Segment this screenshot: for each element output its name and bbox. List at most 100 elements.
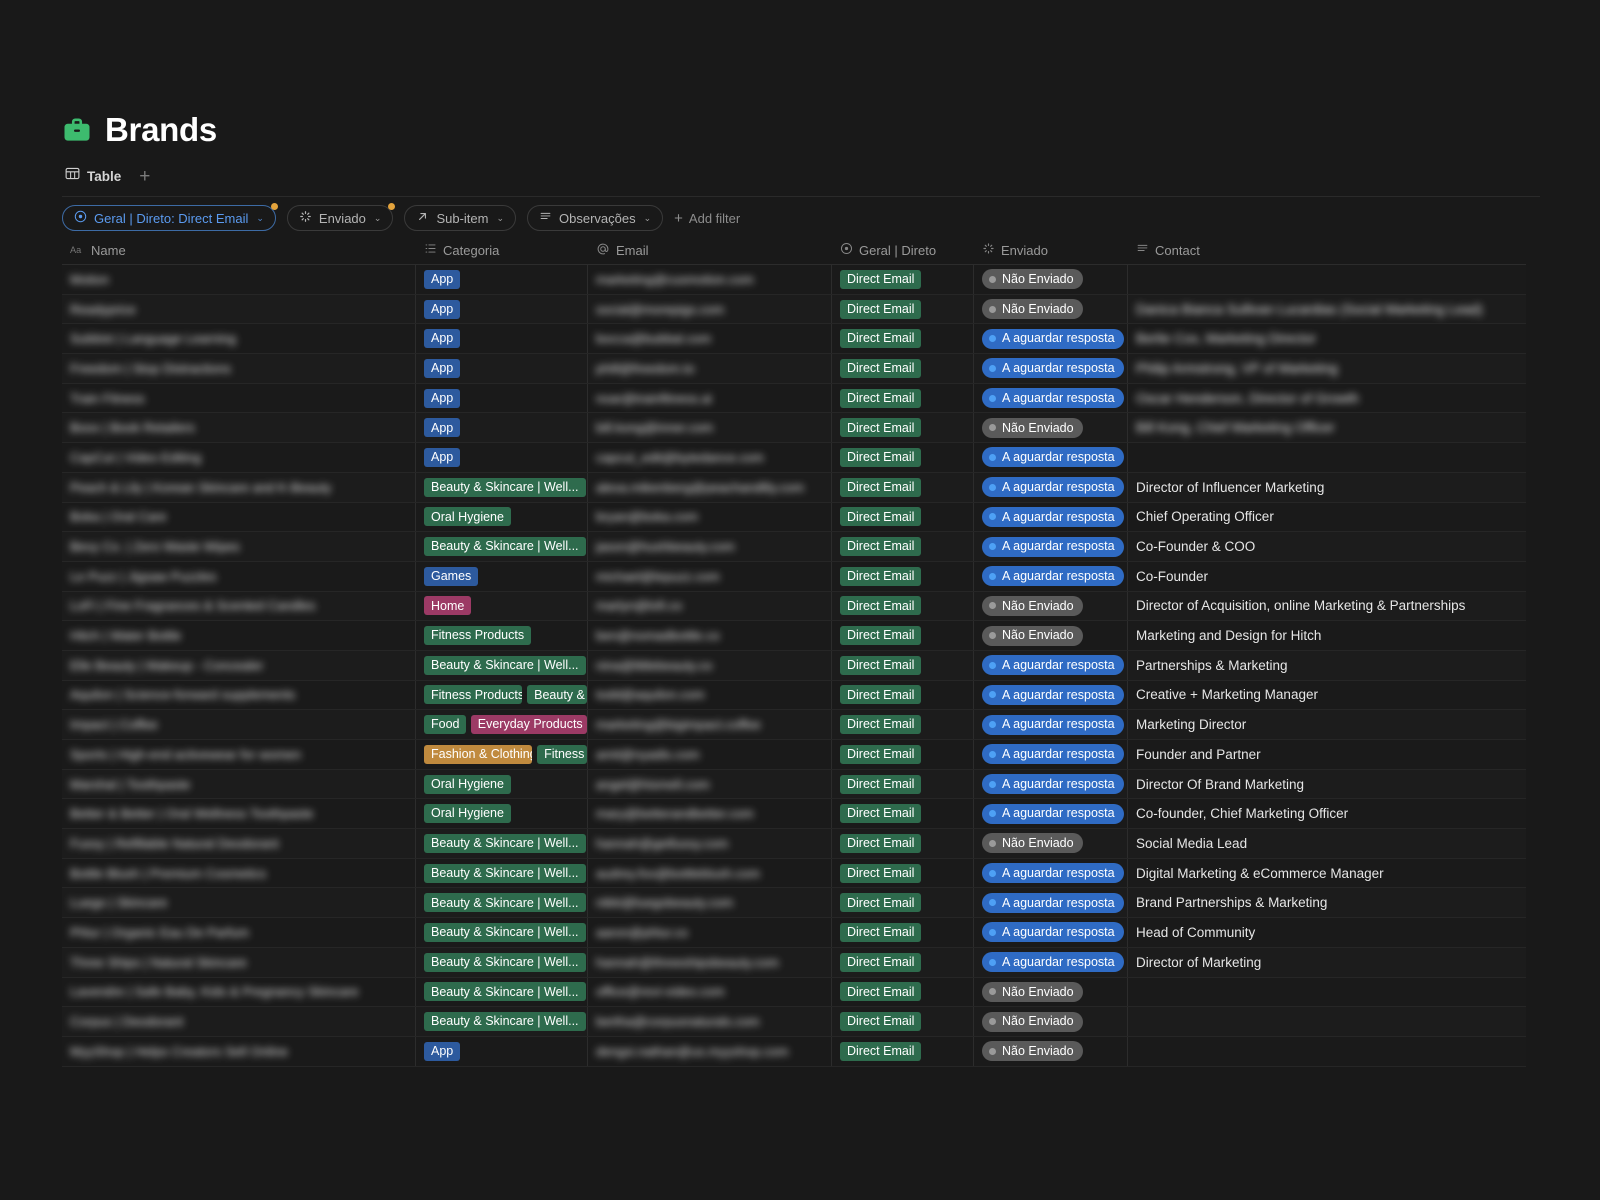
cell-name[interactable]: Bottle Blush | Premium Cosmetics bbox=[62, 858, 416, 888]
cell-categoria[interactable]: App bbox=[416, 265, 588, 294]
cell-geral-direto[interactable]: Direct Email bbox=[832, 680, 974, 710]
cell-geral-direto[interactable]: Direct Email bbox=[832, 1036, 974, 1066]
table-row[interactable]: Boox | Book Retailers App bill.kong@inner.… bbox=[62, 413, 1526, 444]
cell-contact[interactable]: Chief Operating Officer bbox=[1128, 503, 1526, 532]
cell-categoria[interactable]: Oral Hygiene bbox=[416, 769, 588, 799]
cell-name[interactable]: Marshal | Toothpaste bbox=[62, 769, 416, 799]
cell-name[interactable]: Fussy | Refillable Natural Deodorant bbox=[62, 829, 416, 858]
cell-email[interactable]: hannah@threeshipsbeauty.com bbox=[588, 947, 832, 977]
cell-categoria[interactable]: Beauty & Skincare | Well... bbox=[416, 888, 588, 918]
cell-name[interactable]: Sports | High-end activewear for women bbox=[62, 740, 416, 769]
cell-categoria[interactable]: Food Everyday Products bbox=[416, 710, 588, 739]
cell-categoria[interactable]: Fitness Products bbox=[416, 621, 588, 650]
table-row[interactable]: Train Fitness App noar@trainfitness.ai Dire… bbox=[62, 383, 1526, 414]
cell-contact[interactable]: Director of Influencer Marketing bbox=[1128, 473, 1526, 502]
cell-geral-direto[interactable]: Direct Email bbox=[832, 532, 974, 561]
filter-chip-sub-item[interactable]: Sub-item ⌄ bbox=[404, 205, 517, 231]
cell-email[interactable]: marketing@cusmotion.com bbox=[588, 265, 832, 294]
table-row[interactable]: Phlur | Organic Eau De Parfum Beauty & Sk… bbox=[62, 918, 1526, 948]
cell-name[interactable]: Hitch | Water Bottle bbox=[62, 621, 416, 650]
cell-email[interactable]: michael@lepuzz.com bbox=[588, 561, 832, 591]
cell-enviado[interactable]: Não Enviado bbox=[974, 829, 1128, 858]
cell-email[interactable]: alexa.mikenberg@peachandlily.com bbox=[588, 472, 832, 502]
table-row[interactable]: Luego | Skincare Beauty & Skincare | Well… bbox=[62, 888, 1526, 919]
cell-geral-direto[interactable]: Direct Email bbox=[832, 324, 974, 354]
cell-contact[interactable]: Danica Bianca Sullivan Lucardias (Social… bbox=[1128, 295, 1526, 324]
cell-enviado[interactable]: Não Enviado bbox=[974, 265, 1128, 294]
table-row[interactable]: Elle Beauty | Makeup - Concealer Beauty &… bbox=[62, 650, 1526, 681]
cell-email[interactable]: audrey.fox@bottleblush.com bbox=[588, 858, 832, 888]
filter-chip-geral-direto[interactable]: Geral | Direto: Direct Email ⌄ bbox=[62, 203, 278, 231]
cell-name[interactable]: Motion bbox=[62, 265, 416, 294]
cell-contact[interactable]: Partnerships & Marketing bbox=[1128, 651, 1526, 680]
cell-geral-direto[interactable]: Direct Email bbox=[832, 383, 974, 413]
cell-contact[interactable]: Berlie Cox, Marketing Director bbox=[1128, 324, 1526, 353]
cell-enviado[interactable]: A aguardar resposta bbox=[974, 888, 1128, 918]
table-row[interactable]: Corpus | Deodorant Beauty & Skincare | We… bbox=[62, 1007, 1526, 1037]
cell-contact[interactable]: Digital Marketing & eCommerce Manager bbox=[1128, 859, 1526, 888]
table-row[interactable]: Lavendre | Safe Baby, Kids & Pregnancy S… bbox=[62, 977, 1526, 1008]
filter-chip-observacoes[interactable]: Observações ⌄ bbox=[527, 205, 664, 231]
cell-name[interactable]: Lavendre | Safe Baby, Kids & Pregnancy S… bbox=[62, 977, 416, 1007]
cell-categoria[interactable]: App bbox=[416, 413, 588, 443]
cell-contact[interactable]: Head of Community bbox=[1128, 918, 1526, 947]
cell-geral-direto[interactable]: Direct Email bbox=[832, 650, 974, 680]
cell-categoria[interactable]: Oral Hygiene bbox=[416, 502, 588, 532]
cell-name[interactable]: CapCut | Video Editing bbox=[62, 443, 416, 472]
cell-name[interactable]: Bevy Co. | Zero Waste Wipes bbox=[62, 532, 416, 561]
tab-table[interactable]: Table bbox=[65, 166, 121, 186]
cell-categoria[interactable]: App bbox=[416, 324, 588, 354]
cell-name[interactable]: Aquilon | Science-forward supplements bbox=[62, 680, 416, 710]
table-row[interactable]: Aquilon | Science-forward supplements Fit… bbox=[62, 680, 1526, 711]
cell-categoria[interactable]: Beauty & Skincare | Well... bbox=[416, 829, 588, 858]
table-row[interactable]: Impact | Coffee Food Everyday Products mark… bbox=[62, 710, 1526, 740]
cell-geral-direto[interactable]: Direct Email bbox=[832, 799, 974, 829]
cell-geral-direto[interactable]: Direct Email bbox=[832, 502, 974, 532]
cell-name[interactable]: Luego | Skincare bbox=[62, 888, 416, 918]
cell-email[interactable]: phill@freedom.to bbox=[588, 354, 832, 383]
cell-email[interactable]: marlyn@lofi.co bbox=[588, 591, 832, 621]
cell-contact[interactable]: Co-Founder & COO bbox=[1128, 532, 1526, 561]
cell-geral-direto[interactable]: Direct Email bbox=[832, 472, 974, 502]
cell-contact[interactable]: Co-Founder bbox=[1128, 562, 1526, 591]
cell-email[interactable]: nikki@luegobeauty.com bbox=[588, 888, 832, 918]
cell-geral-direto[interactable]: Direct Email bbox=[832, 888, 974, 918]
cell-geral-direto[interactable]: Direct Email bbox=[832, 1007, 974, 1036]
cell-geral-direto[interactable]: Direct Email bbox=[832, 265, 974, 294]
cell-enviado[interactable]: Não Enviado bbox=[974, 294, 1128, 324]
cell-email[interactable]: mary@betterandbetter.com bbox=[588, 799, 832, 829]
cell-enviado[interactable]: A aguardar resposta bbox=[974, 710, 1128, 739]
cell-contact[interactable]: Director of Acquisition, online Marketin… bbox=[1128, 592, 1526, 621]
cell-geral-direto[interactable]: Direct Email bbox=[832, 621, 974, 650]
cell-email[interactable]: social@morepigs.com bbox=[588, 294, 832, 324]
cell-geral-direto[interactable]: Direct Email bbox=[832, 354, 974, 383]
table-row[interactable]: Marshal | Toothpaste Oral Hygiene angel@hi… bbox=[62, 769, 1526, 800]
table-row[interactable]: Hitch | Water Bottle Fitness Products ben@… bbox=[62, 621, 1526, 651]
table-row[interactable]: Better & Better | Oral Wellness Toothpas… bbox=[62, 799, 1526, 830]
cell-email[interactable]: amit@nyadis.com bbox=[588, 740, 832, 769]
cell-contact[interactable] bbox=[1128, 443, 1526, 472]
cell-contact[interactable]: Director of Marketing bbox=[1128, 948, 1526, 977]
cell-name[interactable]: LoFi | Fine Fragrances & Scented Candles bbox=[62, 591, 416, 621]
cell-name[interactable]: Boox | Book Retailers bbox=[62, 413, 416, 443]
cell-enviado[interactable]: Não Enviado bbox=[974, 977, 1128, 1007]
table-row[interactable]: Fussy | Refillable Natural Deodorant Beau… bbox=[62, 829, 1526, 859]
cell-enviado[interactable]: A aguardar resposta bbox=[974, 858, 1128, 888]
cell-contact[interactable] bbox=[1128, 1007, 1526, 1036]
cell-contact[interactable]: Director Of Brand Marketing bbox=[1128, 770, 1526, 799]
cell-enviado[interactable]: A aguardar resposta bbox=[974, 561, 1128, 591]
cell-categoria[interactable]: Beauty & Skincare | Well... bbox=[416, 977, 588, 1007]
cell-categoria[interactable]: Beauty & Skincare | Well... bbox=[416, 472, 588, 502]
cell-geral-direto[interactable]: Direct Email bbox=[832, 977, 974, 1007]
cell-name[interactable]: Impact | Coffee bbox=[62, 710, 416, 739]
cell-enviado[interactable]: A aguardar resposta bbox=[974, 354, 1128, 383]
cell-name[interactable]: Better & Better | Oral Wellness Toothpas… bbox=[62, 799, 416, 829]
table-row[interactable]: Readyprice App social@morepigs.com Direct E… bbox=[62, 294, 1526, 325]
cell-email[interactable]: hannah@getfussy.com bbox=[588, 829, 832, 858]
add-filter-button[interactable]: + Add filter bbox=[674, 211, 740, 226]
table-row[interactable]: Subbist | Language Learning App bocca@bubb… bbox=[62, 324, 1526, 355]
cell-categoria[interactable]: Beauty & Skincare | Well... bbox=[416, 918, 588, 947]
cell-enviado[interactable]: A aguardar resposta bbox=[974, 740, 1128, 769]
cell-email[interactable]: bill.kong@inner.com bbox=[588, 413, 832, 443]
cell-contact[interactable]: Marketing Director bbox=[1128, 710, 1526, 739]
